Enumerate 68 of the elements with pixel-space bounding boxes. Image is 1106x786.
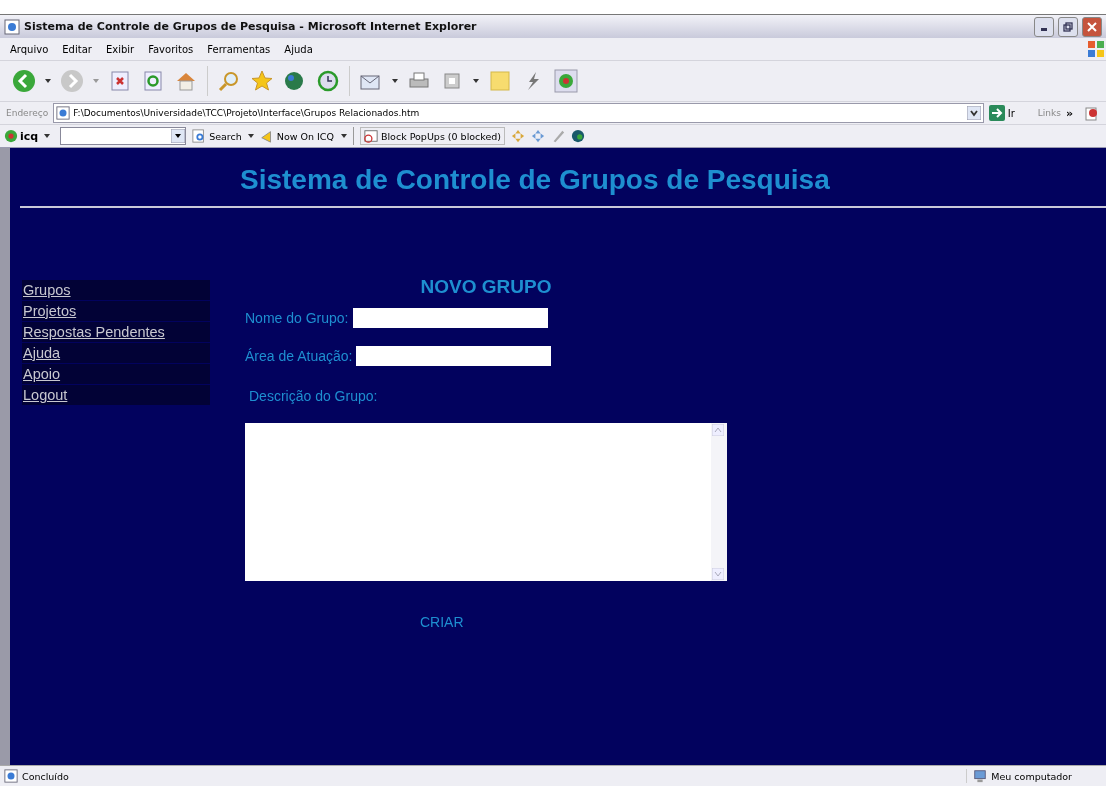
- minimize-button[interactable]: [1034, 16, 1054, 37]
- menu-item[interactable]: Exibir: [105, 43, 135, 55]
- restore-icon: [1063, 21, 1073, 32]
- field-label: Nome do Grupo:: [245, 310, 349, 326]
- blocked-window-icon: [363, 129, 378, 143]
- pen-icon[interactable]: [551, 129, 566, 143]
- scrollbar[interactable]: [711, 423, 727, 581]
- dropdown-icon[interactable]: [966, 106, 981, 120]
- create-link[interactable]: CRIAR: [420, 614, 464, 630]
- scroll-down-icon[interactable]: [712, 568, 724, 580]
- scroll-up-icon[interactable]: [712, 424, 724, 436]
- close-icon: [1087, 21, 1097, 32]
- sidebar-link[interactable]: Respostas Pendentes: [22, 322, 210, 342]
- clock-icon[interactable]: [316, 69, 340, 93]
- arrow-icon: [988, 105, 1005, 121]
- computer-icon: [973, 769, 988, 783]
- globe-icon[interactable]: [571, 129, 586, 143]
- menu-item[interactable]: Editar: [62, 43, 92, 55]
- dropdown-icon: [171, 129, 186, 143]
- form-title: NOVO GRUPO: [420, 276, 552, 298]
- page-heading: Sistema de Controle de Grupos de Pesquisa: [20, 164, 1106, 208]
- move-icon[interactable]: [511, 129, 526, 143]
- move-icon[interactable]: [531, 129, 546, 143]
- stop-icon[interactable]: [108, 69, 132, 93]
- back-icon[interactable]: [12, 69, 36, 93]
- caret-icon[interactable]: [247, 134, 254, 138]
- address-label: Endereço: [6, 108, 49, 118]
- close-button[interactable]: [1082, 16, 1102, 37]
- minimize-icon: [1041, 28, 1047, 31]
- menu-item[interactable]: Arquivo: [10, 43, 49, 55]
- caret-icon[interactable]: [392, 79, 398, 83]
- page-icon: [56, 106, 71, 120]
- search-button[interactable]: Search: [192, 129, 242, 143]
- status-text: Concluído: [22, 770, 69, 782]
- menu-item[interactable]: Favoritos: [148, 43, 194, 55]
- address-field[interactable]: F:\Documentos\Universidade\TCC\Projeto\Interface\Grupos Relacionados.htm: [53, 103, 984, 123]
- restore-button[interactable]: [1058, 16, 1078, 37]
- input-field[interactable]: [356, 346, 552, 366]
- forward-icon[interactable]: [60, 69, 84, 93]
- caret-icon[interactable]: [45, 79, 51, 83]
- page-icon: [4, 769, 18, 783]
- sidebar-link[interactable]: Grupos: [22, 280, 210, 300]
- go-button[interactable]: Ir: [988, 105, 1015, 121]
- caret-icon: [340, 134, 347, 138]
- menu-item[interactable]: Ajuda: [284, 43, 313, 55]
- sidebar-link[interactable]: Logout: [22, 385, 210, 405]
- zone-text: Meu computador: [991, 770, 1072, 782]
- star-icon[interactable]: [250, 69, 274, 93]
- search-icon: [192, 129, 207, 143]
- sidebar-link[interactable]: Apoio: [22, 364, 210, 384]
- field-label: Área de Atuação:: [245, 348, 353, 364]
- sidebar-link[interactable]: Projetos: [22, 301, 210, 321]
- input-field[interactable]: [352, 308, 548, 328]
- caret-icon[interactable]: [44, 134, 51, 138]
- flag-logo-icon: [1086, 39, 1106, 59]
- menu-item[interactable]: Ferramentas: [207, 43, 271, 55]
- browser-icon: [4, 18, 20, 35]
- field-label: Descrição do Grupo:: [249, 388, 379, 404]
- now-on-icq-button[interactable]: Now On ICQ: [259, 129, 347, 143]
- search-combo[interactable]: [60, 127, 187, 145]
- caret-icon[interactable]: [473, 79, 479, 83]
- sidebar-link[interactable]: Ajuda: [22, 343, 210, 363]
- block-popups-button[interactable]: Block PopUps (0 blocked): [359, 127, 506, 145]
- more-chevron[interactable]: »: [1065, 106, 1073, 120]
- icq-button[interactable]: icq: [4, 129, 39, 143]
- window-title: Sistema de Controle de Grupos de Pesquisa - Microsoft Internet Explorer: [24, 20, 477, 33]
- refresh-icon[interactable]: [141, 69, 165, 93]
- search-icon[interactable]: [217, 69, 241, 93]
